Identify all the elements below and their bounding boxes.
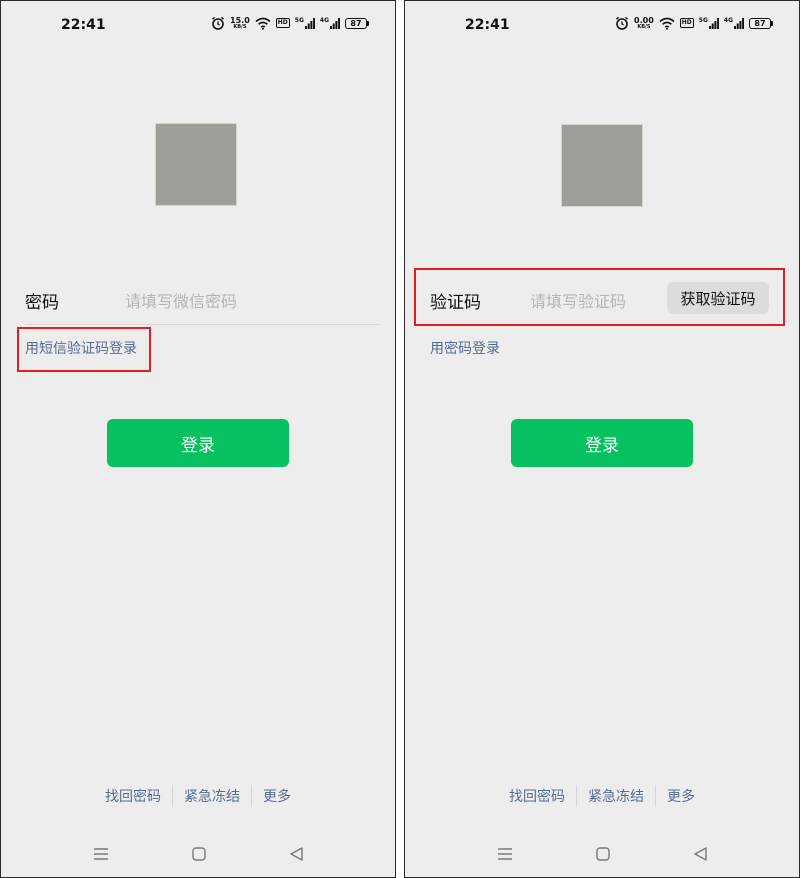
back-icon[interactable] [288,845,306,863]
signal-5g-label: 5G [698,16,708,24]
avatar [155,123,237,206]
signal-icon [734,17,744,29]
password-label: 密码 [25,293,59,313]
signal-5g-label: 5G [294,16,304,24]
password-login-link[interactable]: 用密码登录 [430,338,500,358]
login-button[interactable]: 登录 [511,419,693,467]
signal-icon [708,17,719,29]
menu-icon[interactable] [92,845,110,863]
signal-5g: 5G [294,16,315,29]
battery-level: 87 [345,17,367,29]
network-speed-unit: KB/S [233,23,247,30]
status-time: 22:41 [61,17,106,33]
alarm-icon [212,16,224,30]
password-input[interactable]: 请填写微信密码 [125,288,237,312]
battery-level: 87 [749,17,771,29]
status-bar: 22:41 0.00 KB/S HD 5G 4G 87 [405,1,799,49]
battery-tip [771,20,773,26]
login-screen-verification-code: 22:41 0.00 KB/S HD 5G 4G 87 验证码 请填写验证码 获… [404,0,800,878]
highlight-box [414,268,785,326]
emergency-freeze-link[interactable]: 紧急冻结 [173,786,251,806]
alarm-icon [616,16,628,30]
find-password-link[interactable]: 找回密码 [94,786,172,806]
network-speed: 0.00 KB/S [634,16,654,30]
highlight-box [17,327,151,372]
network-speed: 15.0 KB/S [230,16,250,30]
network-speed-unit: KB/S [637,23,651,30]
footer-links: 找回密码 紧急冻结 更多 [1,785,395,807]
navigation-bar [1,843,395,867]
home-icon[interactable] [190,845,208,863]
input-divider [25,324,379,325]
signal-icon [304,17,315,29]
hd-badge: HD [275,18,290,28]
more-link[interactable]: 更多 [252,786,302,806]
login-button[interactable]: 登录 [107,419,289,467]
wifi-icon [255,17,271,30]
battery-icon: 87 [749,17,773,29]
emergency-freeze-link[interactable]: 紧急冻结 [577,786,655,806]
status-bar: 22:41 15.0 KB/S HD 5G 4G 87 [1,1,395,49]
more-link[interactable]: 更多 [656,786,706,806]
hd-badge: HD [679,18,694,28]
status-icons: 0.00 KB/S HD 5G 4G 87 [615,16,773,30]
signal-4g: 4G [723,16,744,29]
find-password-link[interactable]: 找回密码 [498,786,576,806]
avatar [561,124,643,207]
signal-4g-label: 4G [319,16,329,24]
signal-4g: 4G [319,16,340,29]
login-screen-password: 22:41 15.0 KB/S HD 5G 4G 87 密码 请填写微信密码 用… [0,0,396,878]
battery-icon: 87 [345,17,369,29]
home-icon[interactable] [594,845,612,863]
wifi-icon [659,17,675,30]
footer-links: 找回密码 紧急冻结 更多 [405,785,799,807]
navigation-bar [405,843,799,867]
back-icon[interactable] [692,845,710,863]
signal-4g-label: 4G [723,16,733,24]
battery-tip [367,20,369,26]
signal-5g: 5G [698,16,719,29]
status-time: 22:41 [465,17,510,33]
status-icons: 15.0 KB/S HD 5G 4G 87 [211,16,369,30]
menu-icon[interactable] [496,845,514,863]
signal-icon [330,17,340,29]
